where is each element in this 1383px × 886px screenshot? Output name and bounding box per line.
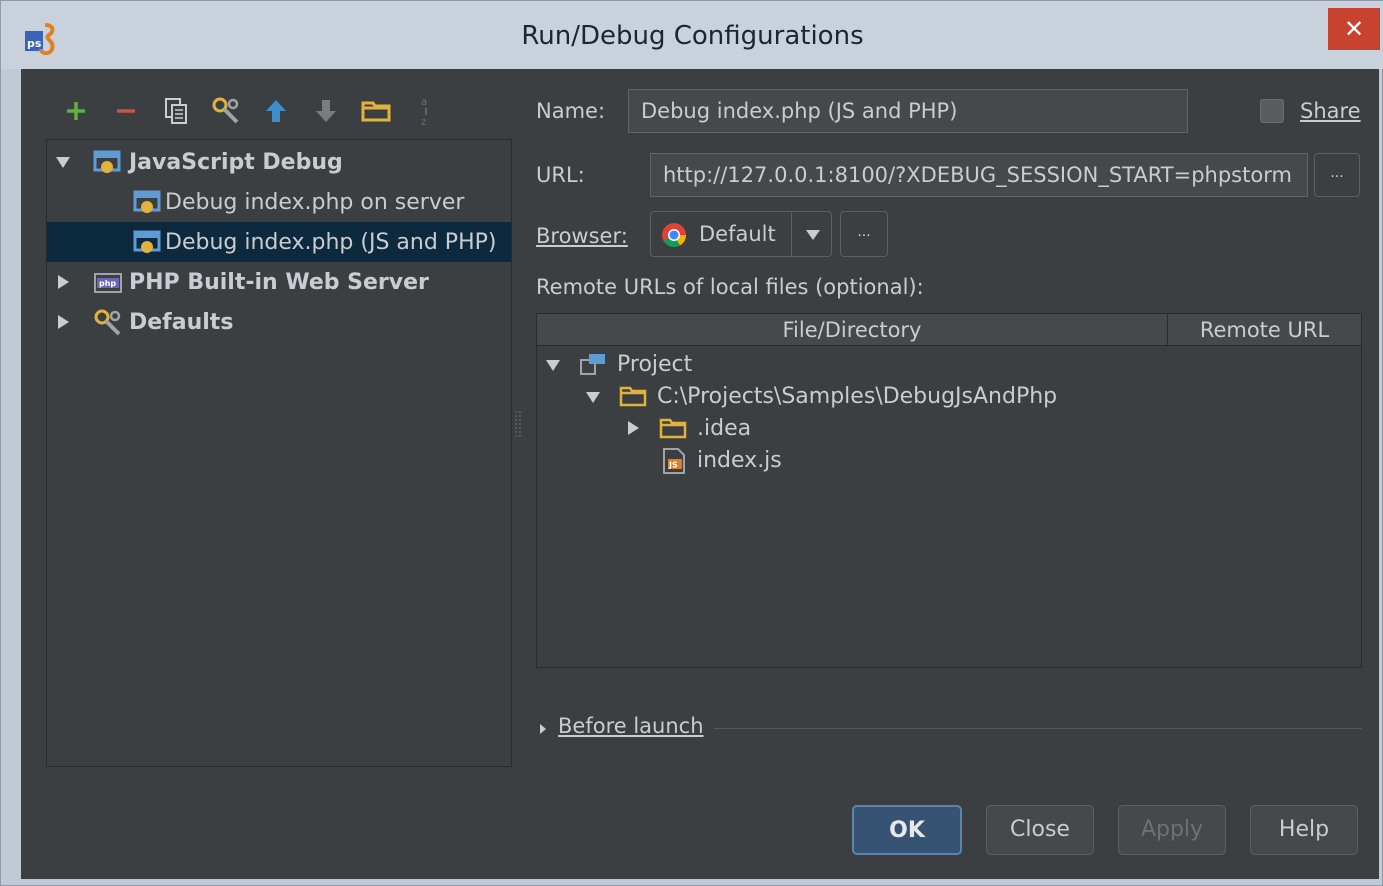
table-row-label: .idea	[697, 415, 752, 441]
sort-button[interactable]: a z	[401, 91, 451, 131]
chevron-down-icon[interactable]	[805, 228, 821, 242]
folder-icon	[659, 418, 687, 439]
svg-text:a: a	[421, 97, 427, 108]
move-down-icon	[316, 100, 336, 122]
browser-select-value: Default	[699, 222, 776, 246]
name-label-text: Name:	[536, 99, 606, 123]
tree-item-debug-js-and-php[interactable]: Debug index.php (JS and PHP)	[47, 222, 511, 262]
javascript-debug-icon	[133, 190, 161, 213]
move-down-button[interactable]	[301, 91, 351, 131]
chevron-right-icon[interactable]	[625, 420, 641, 436]
tree-item-javascript-debug[interactable]: JavaScript Debug	[47, 142, 511, 182]
config-toolbar: a z	[51, 91, 451, 131]
remote-urls-label: Remote URLs of local files (optional):	[536, 275, 924, 299]
chevron-down-icon[interactable]	[545, 357, 561, 373]
tree-item-label: Debug index.php (JS and PHP)	[165, 229, 497, 255]
ok-button[interactable]: OK	[852, 805, 962, 855]
tree-item-debug-on-server[interactable]: Debug index.php on server	[47, 182, 511, 222]
browser-label: Browser:	[536, 224, 628, 248]
share-label[interactable]: Share	[1300, 99, 1361, 123]
chevron-right-icon[interactable]	[55, 314, 71, 330]
remove-config-button[interactable]	[101, 91, 151, 131]
folder-icon	[619, 386, 647, 407]
table-row-index-js[interactable]: JS index.js	[537, 444, 1361, 476]
chevron-right-icon[interactable]	[538, 722, 548, 736]
before-launch-label: Before launch	[558, 714, 704, 738]
defaults-wrench-icon	[94, 309, 121, 336]
remove-icon	[117, 109, 135, 113]
window-title: Run/Debug Configurations	[521, 21, 864, 51]
sort-icon: a z	[421, 97, 427, 128]
column-header-remote-url[interactable]: Remote URL	[1167, 314, 1361, 346]
url-input-value: http://127.0.0.1:8100/?XDEBUG_SESSION_ST…	[663, 163, 1292, 187]
edit-defaults-button[interactable]	[201, 91, 251, 131]
javascript-file-icon: JS	[663, 448, 685, 474]
svg-text:php: php	[99, 279, 116, 288]
share-checkbox[interactable]	[1260, 99, 1284, 123]
url-input[interactable]: http://127.0.0.1:8100/?XDEBUG_SESSION_ST…	[650, 153, 1308, 197]
javascript-debug-icon	[133, 230, 161, 253]
copy-icon	[165, 98, 187, 124]
remote-urls-table: File/Directory Remote URL Project C:\Pro…	[536, 313, 1362, 668]
before-launch-section[interactable]: Before launch	[536, 714, 1362, 742]
javascript-debug-icon	[93, 150, 121, 173]
table-header: File/Directory Remote URL	[537, 314, 1361, 346]
table-row-label: Project	[617, 351, 693, 377]
table-row-label: C:\Projects\Samples\DebugJsAndPhp	[657, 383, 1058, 409]
svg-text:JS: JS	[668, 461, 678, 470]
tree-item-label: PHP Built-in Web Server	[129, 269, 429, 295]
chrome-icon	[662, 223, 686, 248]
copy-config-button[interactable]	[151, 91, 201, 131]
dialog-content: a z JavaScript Debug Debug index.php on …	[21, 69, 1379, 879]
name-input[interactable]: Debug index.php (JS and PHP)	[628, 89, 1188, 133]
project-icon	[580, 354, 605, 375]
chevron-down-icon[interactable]	[585, 389, 601, 405]
add-icon	[67, 102, 85, 120]
move-up-icon	[266, 100, 286, 122]
add-config-button[interactable]	[51, 91, 101, 131]
title-bar[interactable]: ps Run/Debug Configurations ✕	[1, 1, 1383, 69]
tree-item-label: JavaScript Debug	[129, 149, 343, 175]
window-close-button[interactable]: ✕	[1328, 8, 1380, 50]
edit-defaults-icon	[212, 97, 239, 124]
name-label: Name:	[536, 99, 605, 123]
create-folder-button[interactable]	[351, 91, 401, 131]
help-button[interactable]: Help	[1250, 805, 1358, 855]
close-button[interactable]: Close	[986, 805, 1094, 855]
splitter-handle[interactable]	[515, 409, 521, 439]
browser-select[interactable]: Default	[650, 211, 832, 257]
table-row-project-dir[interactable]: C:\Projects\Samples\DebugJsAndPhp	[537, 380, 1361, 412]
browser-settings-button[interactable]: ...	[840, 211, 888, 257]
tree-item-defaults[interactable]: Defaults	[47, 302, 511, 342]
tree-item-php-builtin-server[interactable]: php PHP Built-in Web Server	[47, 262, 511, 302]
table-row-project[interactable]: Project	[537, 348, 1361, 380]
folder-icon	[361, 101, 391, 122]
browser-select-divider	[791, 212, 792, 256]
column-header-file-directory[interactable]: File/Directory	[537, 314, 1167, 346]
php-server-icon: php	[94, 273, 122, 293]
svg-text:z: z	[421, 117, 426, 128]
tree-item-label: Defaults	[129, 309, 234, 335]
name-input-value: Debug index.php (JS and PHP)	[641, 99, 958, 123]
chevron-right-icon[interactable]	[55, 274, 71, 290]
tree-item-label: Debug index.php on server	[165, 189, 465, 215]
table-row-idea[interactable]: .idea	[537, 412, 1361, 444]
url-label: URL:	[536, 163, 585, 187]
before-launch-divider	[714, 728, 1362, 729]
chevron-down-icon[interactable]	[55, 154, 71, 170]
dialog-window: ps Run/Debug Configurations ✕ a z JavaSc…	[0, 0, 1383, 886]
move-up-button[interactable]	[251, 91, 301, 131]
apply-button[interactable]: Apply	[1118, 805, 1226, 855]
url-browse-button[interactable]: ...	[1314, 153, 1360, 197]
table-row-label: index.js	[697, 447, 782, 473]
config-tree: JavaScript Debug Debug index.php on serv…	[46, 139, 512, 767]
